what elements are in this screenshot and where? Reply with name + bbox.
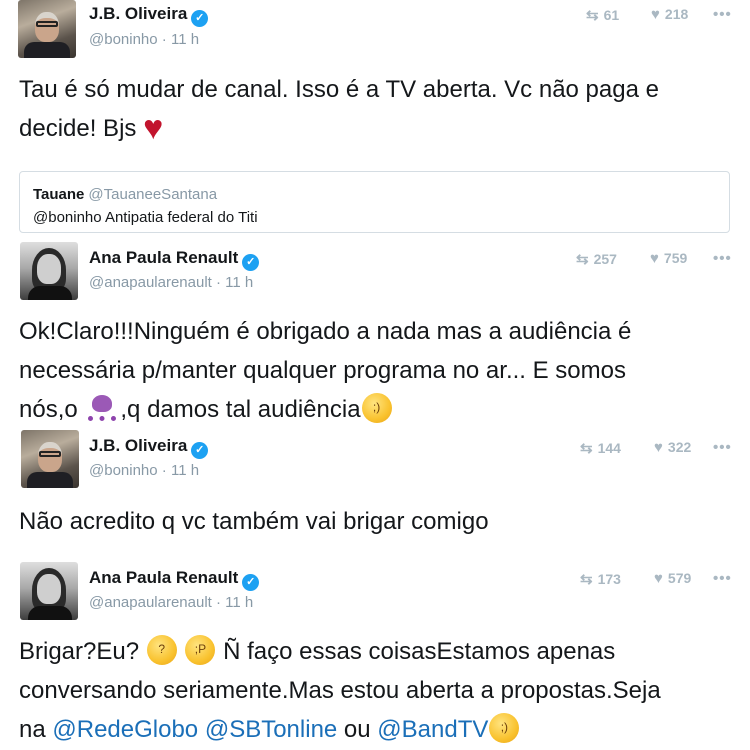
avatar[interactable] [21, 430, 79, 488]
mention-link[interactable]: @BandTV [377, 716, 488, 743]
retweet-count[interactable]: ⇆ 144 [580, 439, 621, 457]
author-handle[interactable]: @anapaularenault · 11 h [89, 594, 253, 611]
more-icon[interactable]: ••• [713, 439, 732, 456]
avatar[interactable] [18, 0, 76, 58]
retweet-icon: ⇆ [580, 571, 593, 588]
like-count[interactable]: ♥ 579 [654, 570, 691, 587]
timestamp[interactable]: 11 h [171, 31, 199, 48]
verified-icon: ✓ [191, 442, 209, 459]
verified-icon: ✓ [191, 10, 209, 27]
wink-emoji-icon: ;) [361, 393, 392, 423]
author-name[interactable]: Ana Paula Renault ✓ [89, 568, 260, 591]
retweet-count[interactable]: ⇆ 61 [586, 6, 619, 24]
tweet-text: Não acredito q vc também vai brigar comi… [19, 508, 489, 535]
timestamp[interactable]: 11 h [225, 594, 253, 611]
tweet-text: Brigar?Eu? ? ;P Ñ faço essas coisasEstam… [19, 632, 734, 749]
retweet-icon: ⇆ [580, 440, 593, 457]
tweet-text: Tau é só mudar de canal. Isso é a TV abe… [19, 76, 659, 147]
author-handle[interactable]: @boninho · 11 h [89, 462, 199, 479]
quoted-text: @boninho Antipatia federal do Titi [33, 209, 258, 226]
octopus-emoji-icon [86, 395, 118, 423]
retweet-icon: ⇆ [576, 251, 589, 268]
more-icon[interactable]: ••• [713, 6, 732, 23]
timestamp[interactable]: 11 h [225, 274, 253, 291]
retweet-count[interactable]: ⇆ 257 [576, 250, 617, 268]
quoted-author: Tauane @TauaneeSantana [33, 186, 218, 203]
retweet-icon: ⇆ [586, 7, 599, 24]
tongue-wink-emoji-icon: ;P [185, 635, 216, 665]
author-name[interactable]: J.B. Oliveira ✓ [89, 436, 209, 459]
author-handle[interactable]: @boninho · 11 h [89, 31, 199, 48]
more-icon[interactable]: ••• [713, 570, 732, 587]
author-name[interactable]: J.B. Oliveira ✓ [89, 4, 209, 27]
like-count[interactable]: ♥ 759 [650, 250, 687, 267]
heart-emoji-icon: ♥ [143, 109, 164, 147]
mention-link[interactable]: @SBTonline [205, 716, 337, 743]
like-icon: ♥ [654, 439, 663, 456]
verified-icon: ✓ [242, 254, 260, 271]
avatar[interactable] [20, 562, 78, 620]
quoted-tweet[interactable]: Tauane @TauaneeSantana @boninho Antipatia… [19, 171, 730, 233]
like-icon: ♥ [650, 250, 659, 267]
like-count[interactable]: ♥ 218 [651, 6, 688, 23]
verified-icon: ✓ [242, 574, 260, 591]
more-icon[interactable]: ••• [713, 250, 732, 267]
like-icon: ♥ [651, 6, 660, 23]
avatar[interactable] [20, 242, 78, 300]
like-count[interactable]: ♥ 322 [654, 439, 691, 456]
like-icon: ♥ [654, 570, 663, 587]
mention-link[interactable]: @RedeGlobo [52, 716, 198, 743]
author-handle[interactable]: @anapaularenault · 11 h [89, 274, 253, 291]
author-name[interactable]: Ana Paula Renault ✓ [89, 248, 260, 271]
thinking-emoji-icon: ? [146, 635, 177, 665]
tweet-text: Ok!Claro!!!Ninguém é obrigado a nada mas… [19, 318, 632, 423]
wink-emoji-icon: ;) [489, 713, 520, 743]
timestamp[interactable]: 11 h [171, 462, 199, 479]
retweet-count[interactable]: ⇆ 173 [580, 570, 621, 588]
